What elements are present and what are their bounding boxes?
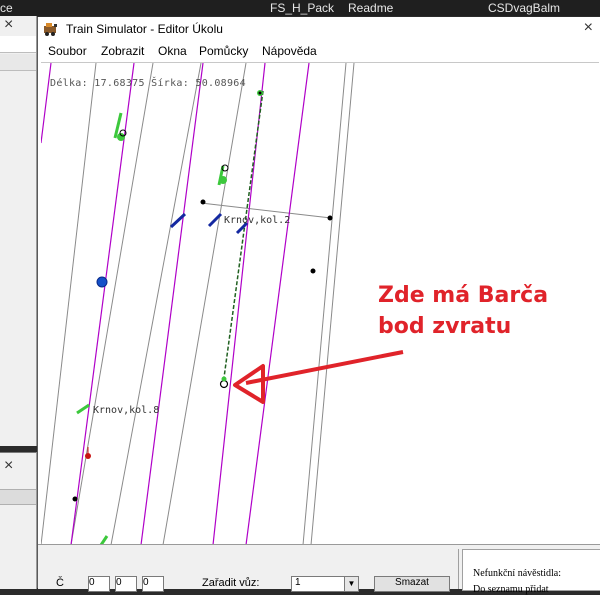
menu-item-okna[interactable]: Okna [158, 44, 187, 58]
number-field[interactable]: 0 [142, 576, 164, 592]
number-field[interactable]: 0 [115, 576, 137, 592]
menu-item-napoveda[interactable]: Nápověda [262, 44, 317, 58]
track-line [310, 63, 355, 545]
signal-label-krnov-kol-2: Krnov,kol.2 [224, 215, 291, 226]
nonfunctional-signals-label: Nefunkční návěstidla: [473, 568, 562, 579]
taskbar-item-fragment[interactable]: ce [0, 1, 13, 15]
taskbar-item-csdvagbalm[interactable]: CSDvagBalm [488, 1, 560, 15]
background-row [0, 36, 36, 53]
status-panel: Nefunkční návěstidla: Do seznamu přidat [462, 549, 600, 595]
annotation-line-1: Zde má Barča [378, 283, 549, 308]
node-point [258, 91, 262, 95]
add-wagon-label: Zařadit vůz: [202, 577, 260, 589]
menu-item-soubor[interactable]: Soubor [48, 44, 87, 58]
delete-button[interactable]: Smazat [374, 576, 450, 592]
node-point[interactable] [72, 496, 78, 502]
track-line [70, 63, 154, 545]
annotation-text: Zde má Barča bod zvratu [378, 280, 548, 342]
menu-item-zobrazit[interactable]: Zobrazit [101, 44, 144, 58]
close-icon[interactable]: × [4, 457, 13, 475]
menu-bar: Soubor Zobrazit Okna Pomůcky Nápověda [38, 41, 600, 61]
route-line [222, 90, 264, 386]
node-point [221, 376, 227, 382]
background-window-left-lower: × [0, 452, 37, 589]
track-line [302, 63, 347, 545]
track-line [41, 63, 97, 545]
track-line-magenta [245, 63, 310, 545]
close-icon[interactable]: × [4, 16, 13, 34]
taskbar: ce FS_H_Pack Readme CSDvagBalm [0, 0, 600, 16]
window-title: Train Simulator - Editor Úkolu [66, 22, 223, 36]
background-window-left: × [0, 16, 37, 446]
bottom-panel: Č 0 0 0 Zařadit vůz: 1 ▼ Smazat Nefunkčn… [38, 544, 600, 595]
taskbar-item-readme[interactable]: Readme [348, 1, 393, 15]
map-canvas[interactable]: Délka: 17.68375 Šírka: 50.08964 Krnov,ko… [41, 62, 599, 545]
annotation-line-2: bod zvratu [378, 314, 512, 339]
number-field[interactable]: 0 [88, 576, 110, 592]
panel-divider [458, 549, 459, 589]
title-bar: Train Simulator - Editor Úkolu × [38, 17, 600, 41]
background-row [0, 54, 36, 71]
chevron-down-icon[interactable]: ▼ [344, 577, 358, 591]
player-position-marker[interactable] [96, 276, 108, 288]
train-app-icon [44, 23, 57, 36]
wagon-select-value: 1 [295, 577, 301, 588]
taskbar-item-fs-h-pack[interactable]: FS_H_Pack [270, 1, 334, 15]
track-line-magenta [140, 63, 204, 545]
signal-segment [76, 403, 90, 415]
signal-label-krnov-kol-8: Krnov,kol.8 [93, 405, 160, 416]
coordinates-readout: Délka: 17.68375 Šírka: 50.08964 [50, 78, 246, 89]
track-line [162, 63, 247, 545]
node-point[interactable] [200, 199, 206, 205]
node-point[interactable] [219, 176, 227, 184]
wagon-select[interactable]: 1 ▼ [291, 576, 359, 592]
row-label: Č [56, 577, 64, 589]
node-point[interactable] [117, 133, 125, 141]
add-to-list-label: Do seznamu přidat [473, 584, 549, 595]
node-point[interactable] [327, 215, 333, 221]
close-icon[interactable]: × [584, 19, 593, 37]
menu-item-pomucky[interactable]: Pomůcky [199, 44, 248, 58]
background-toolbar [0, 489, 36, 505]
editor-window: Train Simulator - Editor Úkolu × Soubor … [37, 17, 600, 595]
node-point[interactable] [310, 268, 316, 274]
reverse-point-marker[interactable] [219, 379, 229, 389]
track-line-magenta [41, 63, 52, 144]
